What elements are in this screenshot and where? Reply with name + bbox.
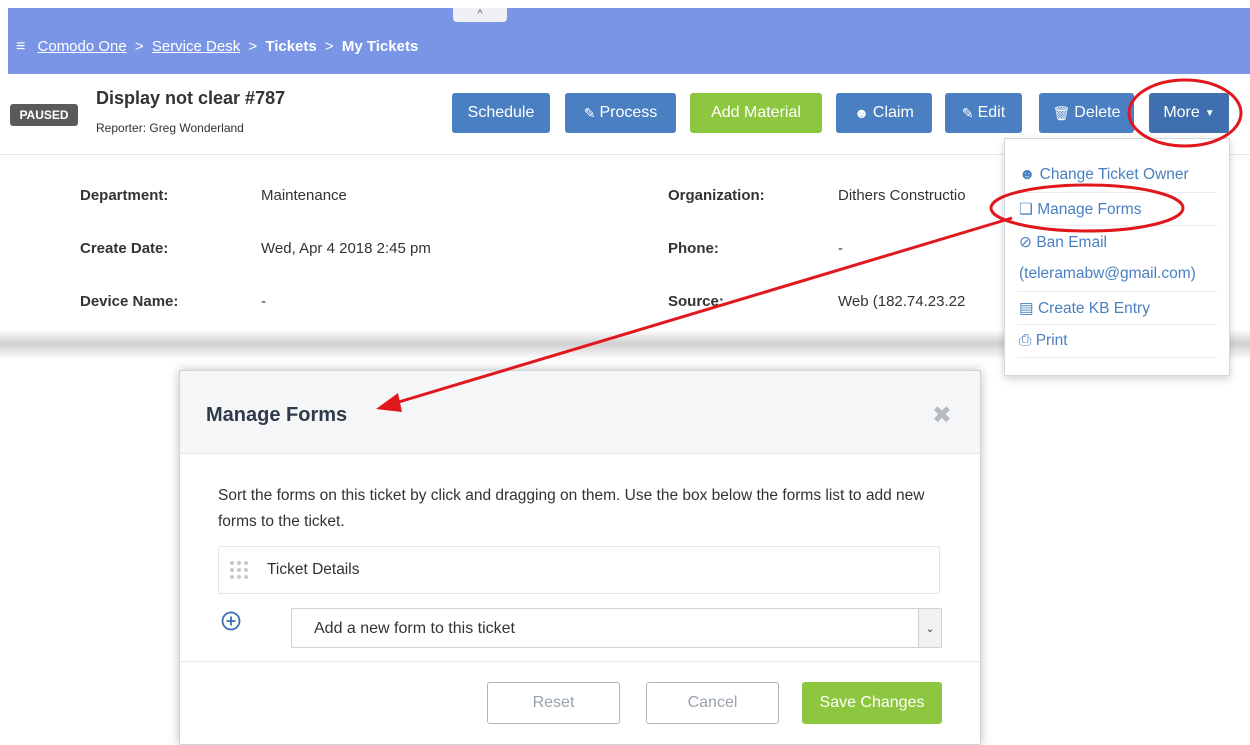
source-label: Source: — [668, 293, 724, 310]
user-circle-icon: ☻ — [1019, 166, 1036, 183]
add-material-button-label: Add Material — [711, 104, 801, 121]
menu-item-label: (teleramabw@gmail.com) — [1019, 265, 1196, 282]
menu-item-label: Print — [1035, 332, 1068, 349]
ticket-title: Display not clear #787 — [96, 88, 286, 108]
device-name-label: Device Name: — [80, 293, 179, 310]
phone-value: - — [838, 240, 843, 257]
file-text-icon: ▤ — [1019, 300, 1034, 317]
menu-item-label: Manage Forms — [1037, 201, 1142, 218]
menu-divider — [1017, 324, 1217, 325]
process-button[interactable]: ✎ Process — [565, 93, 676, 133]
form-list-item[interactable]: Ticket Details — [218, 546, 940, 594]
create-date-label: Create Date: — [80, 240, 169, 257]
more-button[interactable]: More ▼ — [1149, 93, 1229, 133]
user-circle-icon: ☻ — [854, 105, 869, 121]
collapse-header-tab[interactable]: ^ — [453, 8, 507, 22]
menu-divider — [1017, 291, 1217, 292]
status-badge: PAUSED — [10, 104, 78, 126]
breadcrumb-separator: > — [248, 38, 258, 55]
schedule-button-label: Schedule — [467, 104, 535, 121]
reset-button[interactable]: Reset — [487, 682, 620, 724]
menu-divider — [1017, 357, 1217, 358]
trash-icon: 🗑 — [1052, 104, 1071, 121]
menu-item-label: Ban Email — [1036, 234, 1107, 251]
save-changes-button-label: Save Changes — [819, 694, 925, 711]
breadcrumb-service-desk[interactable]: Service Desk — [152, 38, 240, 55]
menu-item-label: Change Ticket Owner — [1039, 166, 1189, 183]
breadcrumb-separator: > — [324, 38, 334, 55]
claim-button[interactable]: ☻ Claim — [836, 93, 932, 133]
manage-forms-modal: Manage Forms ✖ Sort the forms on this ti… — [179, 370, 981, 745]
cancel-button[interactable]: Cancel — [646, 682, 779, 724]
menu-item-create-kb-entry[interactable]: ▤ Create KB Entry — [1019, 299, 1150, 318]
menu-divider — [1017, 225, 1217, 226]
add-material-button[interactable]: Add Material — [690, 93, 822, 133]
menu-item-ban-email[interactable]: ⊘ Ban Email — [1019, 233, 1107, 252]
pencil-square-icon: ✎ — [583, 104, 596, 121]
add-form-select-value: Add a new form to this ticket — [314, 620, 515, 637]
menu-item-manage-forms[interactable]: ❏ Manage Forms — [1019, 200, 1141, 219]
organization-value: Dithers Constructio — [838, 187, 966, 204]
source-value: Web (182.74.23.22 — [838, 293, 966, 310]
top-navigation-bar: ^ ≡ Comodo One > Service Desk > Tickets … — [8, 8, 1250, 74]
close-icon[interactable]: ✖ — [932, 401, 952, 430]
phone-label: Phone: — [668, 240, 719, 257]
modal-header: Manage Forms ✖ — [180, 371, 980, 454]
ban-icon: ⊘ — [1019, 234, 1032, 251]
delete-button[interactable]: 🗑 Delete — [1039, 93, 1134, 133]
department-label: Department: — [80, 187, 169, 204]
edit-button[interactable]: ✎ Edit — [945, 93, 1022, 133]
hamburger-menu-icon[interactable]: ≡ — [16, 38, 25, 55]
breadcrumb-my-tickets: My Tickets — [341, 38, 419, 55]
save-changes-button[interactable]: Save Changes — [802, 682, 942, 724]
create-date-value: Wed, Apr 4 2018 2:45 pm — [261, 240, 431, 257]
copy-icon: ❏ — [1019, 201, 1033, 218]
cancel-button-label: Cancel — [687, 694, 738, 711]
print-icon: ⎙ — [1019, 332, 1032, 349]
device-name-value: - — [261, 293, 266, 310]
menu-item-label: Create KB Entry — [1037, 300, 1150, 317]
schedule-button[interactable]: Schedule — [452, 93, 550, 133]
caret-down-icon: ▼ — [1204, 107, 1215, 119]
process-button-label: Process — [599, 104, 658, 121]
add-form-select[interactable]: Add a new form to this ticket ⌄ — [291, 608, 942, 648]
more-button-label: More — [1163, 104, 1200, 121]
add-circle-icon[interactable] — [221, 611, 241, 631]
drag-handle-icon[interactable] — [229, 560, 249, 580]
reset-button-label: Reset — [532, 694, 575, 711]
menu-divider — [1017, 192, 1217, 193]
edit-icon: ✎ — [961, 104, 974, 121]
breadcrumb-tickets: Tickets — [265, 38, 317, 55]
edit-button-label: Edit — [977, 104, 1006, 121]
department-value: Maintenance — [261, 187, 347, 204]
breadcrumb-separator: > — [134, 38, 144, 55]
menu-item-change-ticket-owner[interactable]: ☻ Change Ticket Owner — [1019, 166, 1189, 184]
organization-label: Organization: — [668, 187, 765, 204]
ticket-reporter: Reporter: Greg Wonderland — [96, 121, 244, 135]
form-list-item-label: Ticket Details — [267, 561, 360, 578]
breadcrumb: ≡ Comodo One > Service Desk > Tickets > … — [16, 38, 418, 56]
claim-button-label: Claim — [872, 104, 914, 121]
breadcrumb-comodo-one[interactable]: Comodo One — [38, 38, 127, 55]
chevron-down-icon[interactable]: ⌄ — [918, 609, 941, 647]
menu-item-ban-email-address[interactable]: (teleramabw@gmail.com) — [1019, 265, 1196, 283]
modal-instructions: Sort the forms on this ticket by click a… — [218, 487, 925, 530]
modal-title: Manage Forms — [206, 404, 348, 426]
delete-button-label: Delete — [1074, 104, 1121, 121]
modal-footer-divider — [180, 661, 980, 662]
menu-item-print[interactable]: ⎙ Print — [1019, 332, 1068, 350]
more-dropdown-menu: ☻ Change Ticket Owner ❏ Manage Forms ⊘ B… — [1004, 138, 1230, 376]
